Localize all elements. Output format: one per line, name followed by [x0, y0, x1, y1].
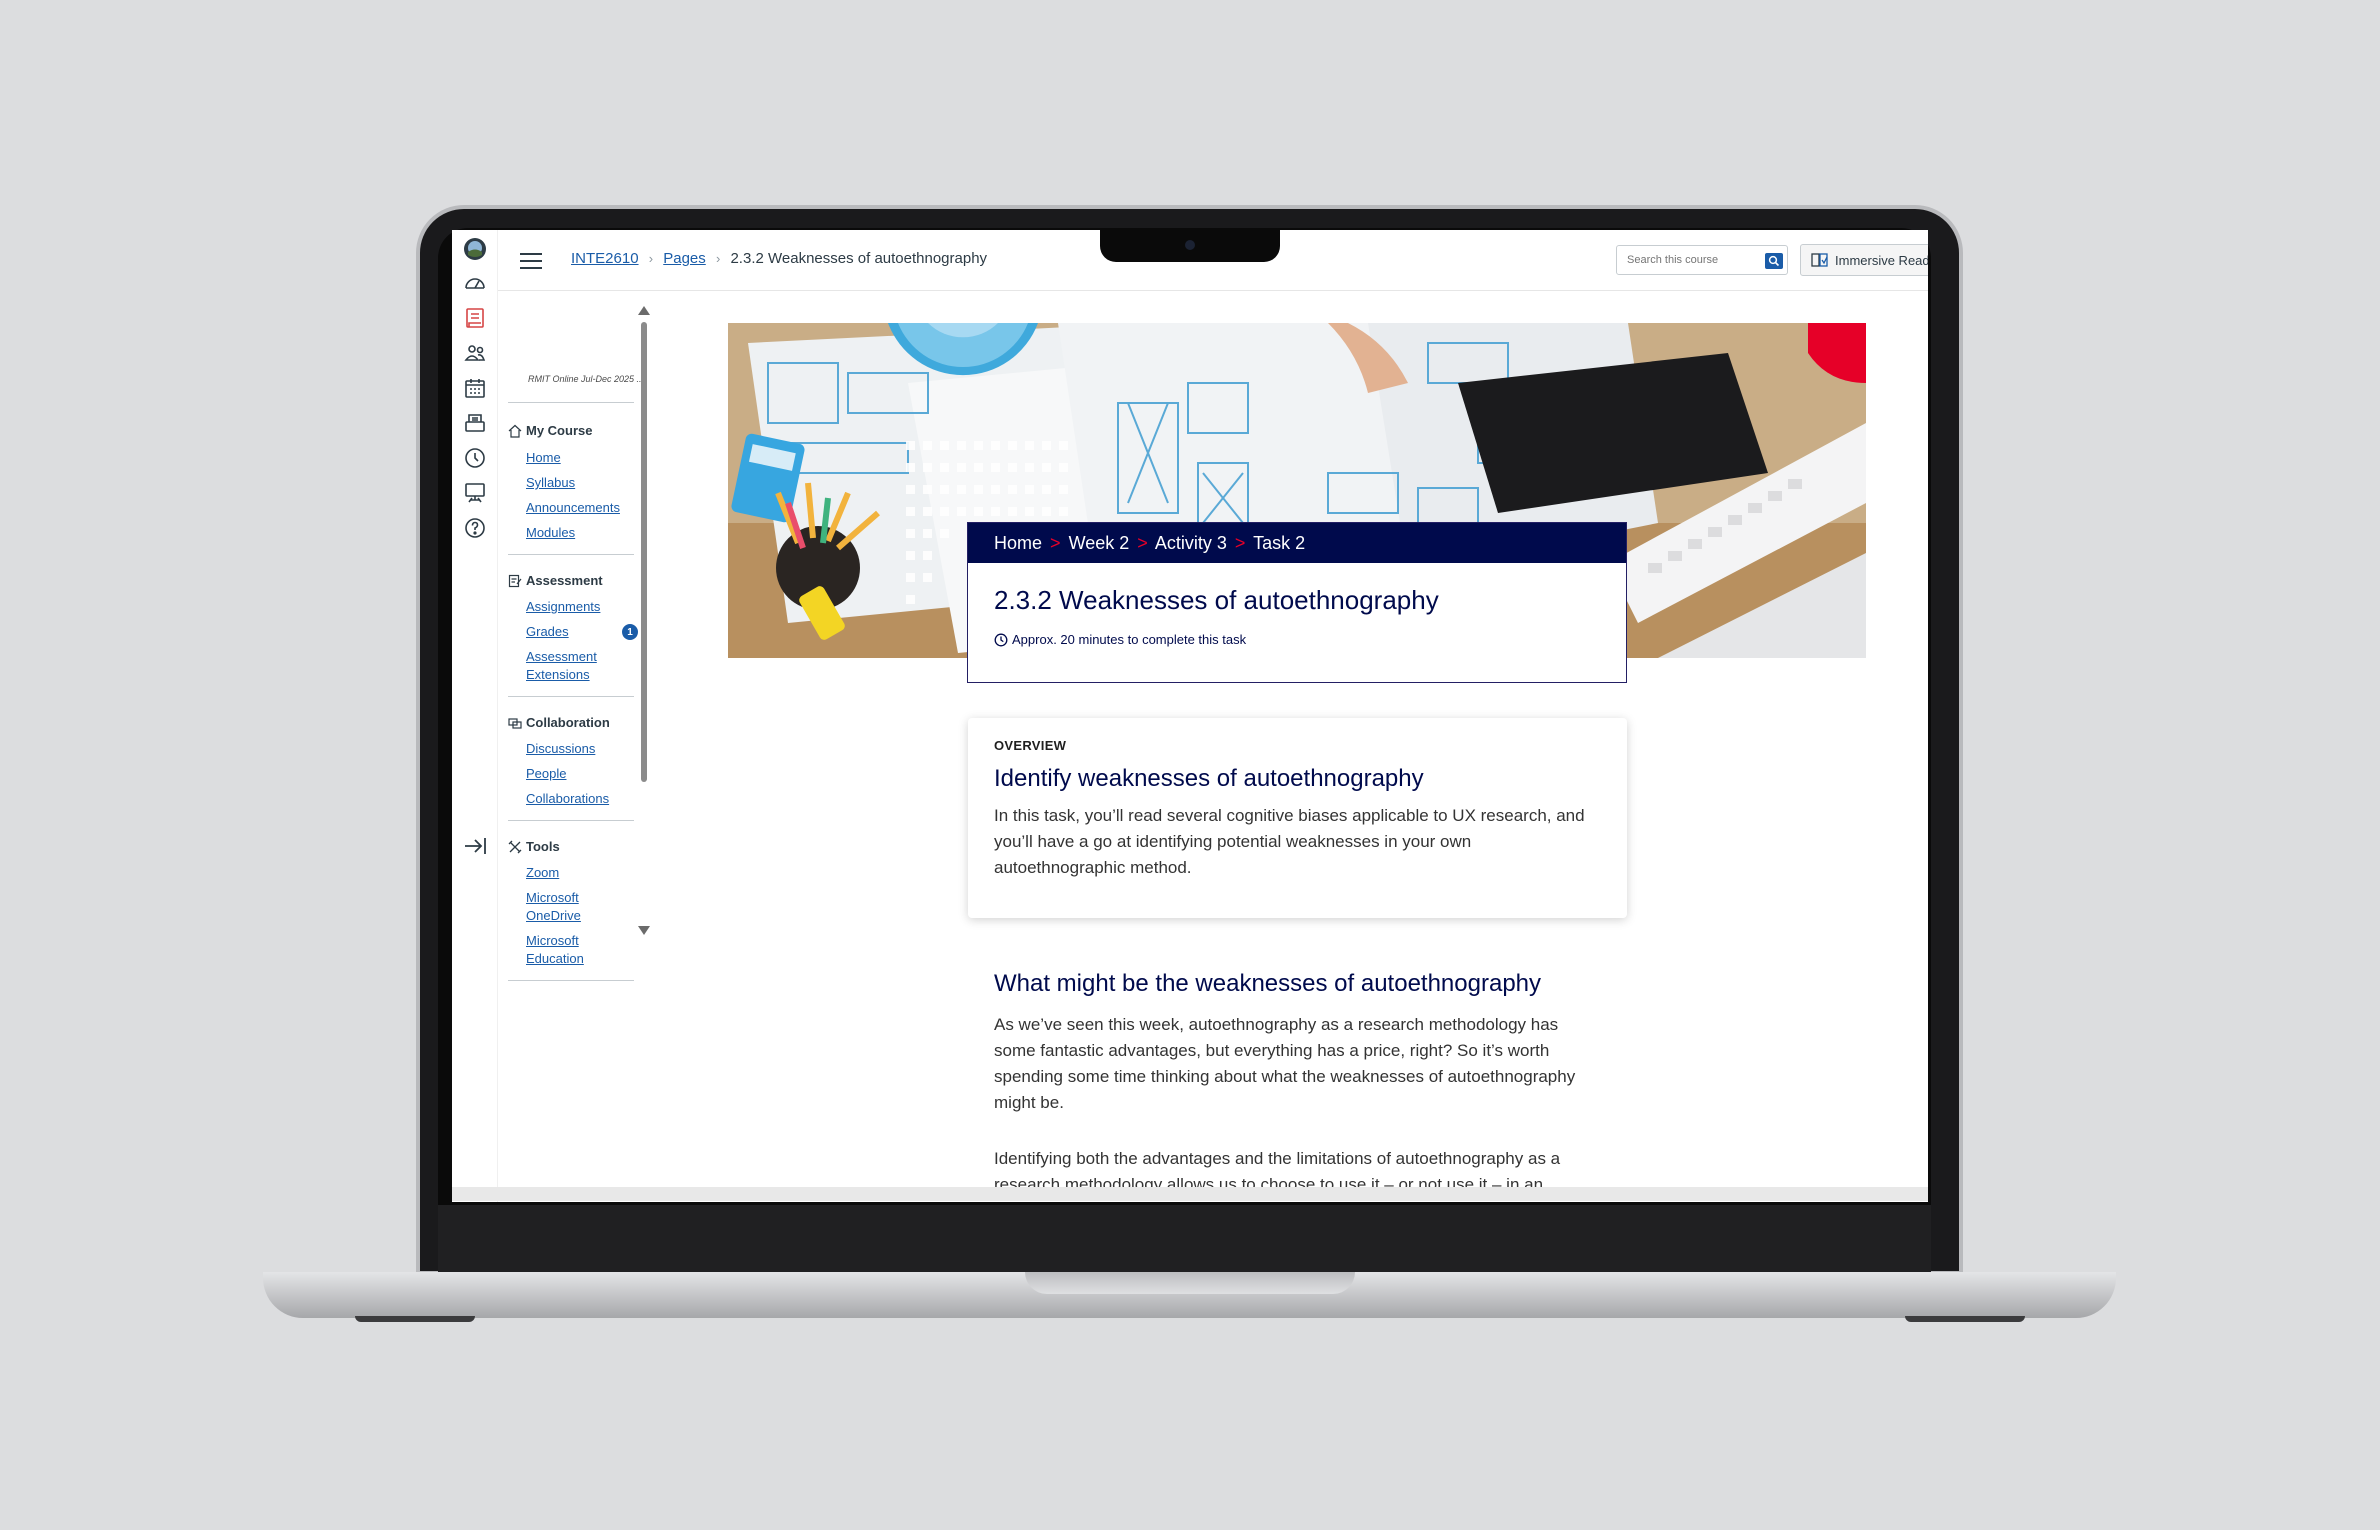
breadcrumb-pages[interactable]: Pages [663, 250, 706, 267]
section-heading: What might be the weaknesses of autoethn… [994, 970, 1542, 997]
laptop-chin [438, 1205, 1931, 1273]
divider [508, 696, 634, 697]
immersive-reader-label: Immersive Reader [1835, 252, 1928, 268]
nav-assignments[interactable]: Assignments [526, 598, 626, 616]
page-crumb-week[interactable]: Week 2 [1069, 533, 1130, 553]
course-nav-scrollbar[interactable] [638, 306, 650, 935]
paragraph: As we’ve seen this week, autoethnography… [994, 1015, 1576, 1112]
page-crumb-task: Task 2 [1253, 533, 1306, 553]
overview-label: OVERVIEW [994, 738, 1067, 753]
chevron-right-icon: › [715, 251, 721, 266]
page-title: 2.3.2 Weaknesses of autoethnography [994, 585, 1439, 615]
clock-icon [994, 633, 1008, 646]
assessment-icon [508, 574, 522, 587]
breadcrumb-current: 2.3.2 Weaknesses of autoethnography [730, 250, 988, 267]
search-button[interactable] [1765, 253, 1783, 269]
scroll-thumb[interactable] [641, 322, 647, 782]
nav-announcements[interactable]: Announcements [526, 499, 626, 517]
laptop-foot [355, 1316, 475, 1322]
commons-icon[interactable] [462, 480, 488, 506]
page-crumb-home[interactable]: Home [994, 533, 1042, 553]
laptop-hinge-notch [1025, 1272, 1355, 1294]
immersive-reader-button[interactable]: Immersive Reader [1800, 244, 1928, 276]
overview-body: In this task, you’ll read several cognit… [994, 806, 1585, 877]
course-search [1616, 245, 1788, 275]
nav-zoom[interactable]: Zoom [526, 864, 626, 882]
collaboration-icon [508, 717, 522, 729]
divider [508, 820, 634, 821]
immersive-reader-icon [1811, 253, 1828, 267]
nav-people[interactable]: People [526, 765, 626, 783]
divider [508, 554, 634, 555]
divider [508, 980, 634, 981]
overview-title: Identify weaknesses of autoethnography [994, 765, 1424, 792]
page-crumb-activity[interactable]: Activity 3 [1155, 533, 1227, 553]
section-assessment: Assessment [508, 573, 603, 588]
page-title-card: Home > Week 2 > Activity 3 > Task 2 2.3.… [967, 522, 1627, 683]
nav-collaborations[interactable]: Collaborations [526, 790, 626, 808]
grades-count-badge: 1 [622, 624, 638, 640]
nav-modules[interactable]: Modules [526, 524, 626, 542]
chevron-right-icon: › [648, 251, 654, 266]
overview-card: OVERVIEW Identify weaknesses of autoethn… [968, 718, 1627, 918]
nav-microsoft-education[interactable]: Microsoft Education [526, 932, 626, 968]
nav-assessment-extensions[interactable]: Assessment Extensions [526, 648, 626, 684]
history-icon[interactable] [462, 445, 488, 471]
divider [508, 402, 634, 403]
nav-discussions[interactable]: Discussions [526, 740, 626, 758]
section-my-course: My Course [508, 423, 592, 438]
laptop-foot [1905, 1316, 2025, 1322]
screen: INTE2610 › Pages › 2.3.2 Weaknesses of a… [452, 230, 1928, 1202]
breadcrumb-course[interactable]: INTE2610 [571, 250, 639, 267]
nav-home[interactable]: Home [526, 449, 626, 467]
help-icon[interactable] [462, 515, 488, 541]
global-nav [452, 230, 498, 1202]
scroll-up-arrow-icon[interactable] [638, 306, 650, 315]
menu-toggle-icon[interactable] [520, 253, 542, 269]
course-nav: RMIT Online Jul-Dec 2025 ... My Course H… [498, 292, 650, 1202]
calendar-icon[interactable] [462, 375, 488, 401]
page-crumb: Home > Week 2 > Activity 3 > Task 2 [968, 523, 1626, 563]
home-icon [508, 424, 522, 438]
scroll-down-arrow-icon[interactable] [638, 926, 650, 935]
nav-syllabus[interactable]: Syllabus [526, 474, 626, 492]
search-input[interactable] [1627, 254, 1757, 266]
collapse-nav-icon[interactable] [462, 835, 488, 857]
breadcrumb: INTE2610 › Pages › 2.3.2 Weaknesses of a… [571, 250, 987, 267]
search-icon [1768, 255, 1780, 267]
courses-icon[interactable] [462, 305, 488, 331]
dashboard-icon[interactable] [462, 270, 488, 296]
nav-grades[interactable]: Grades [526, 623, 626, 641]
tools-icon [508, 840, 522, 853]
institution-logo[interactable] [462, 236, 488, 262]
section-tools: Tools [508, 839, 560, 854]
horizontal-scrollbar[interactable] [452, 1187, 1928, 1201]
section-collaboration: Collaboration [508, 715, 610, 730]
course-term: RMIT Online Jul-Dec 2025 ... [528, 374, 645, 384]
groups-icon[interactable] [462, 340, 488, 366]
camera [1185, 240, 1195, 250]
approx-time: Approx. 20 minutes to complete this task [994, 632, 1626, 647]
nav-microsoft-onedrive[interactable]: Microsoft OneDrive [526, 889, 626, 925]
inbox-icon[interactable] [462, 410, 488, 436]
